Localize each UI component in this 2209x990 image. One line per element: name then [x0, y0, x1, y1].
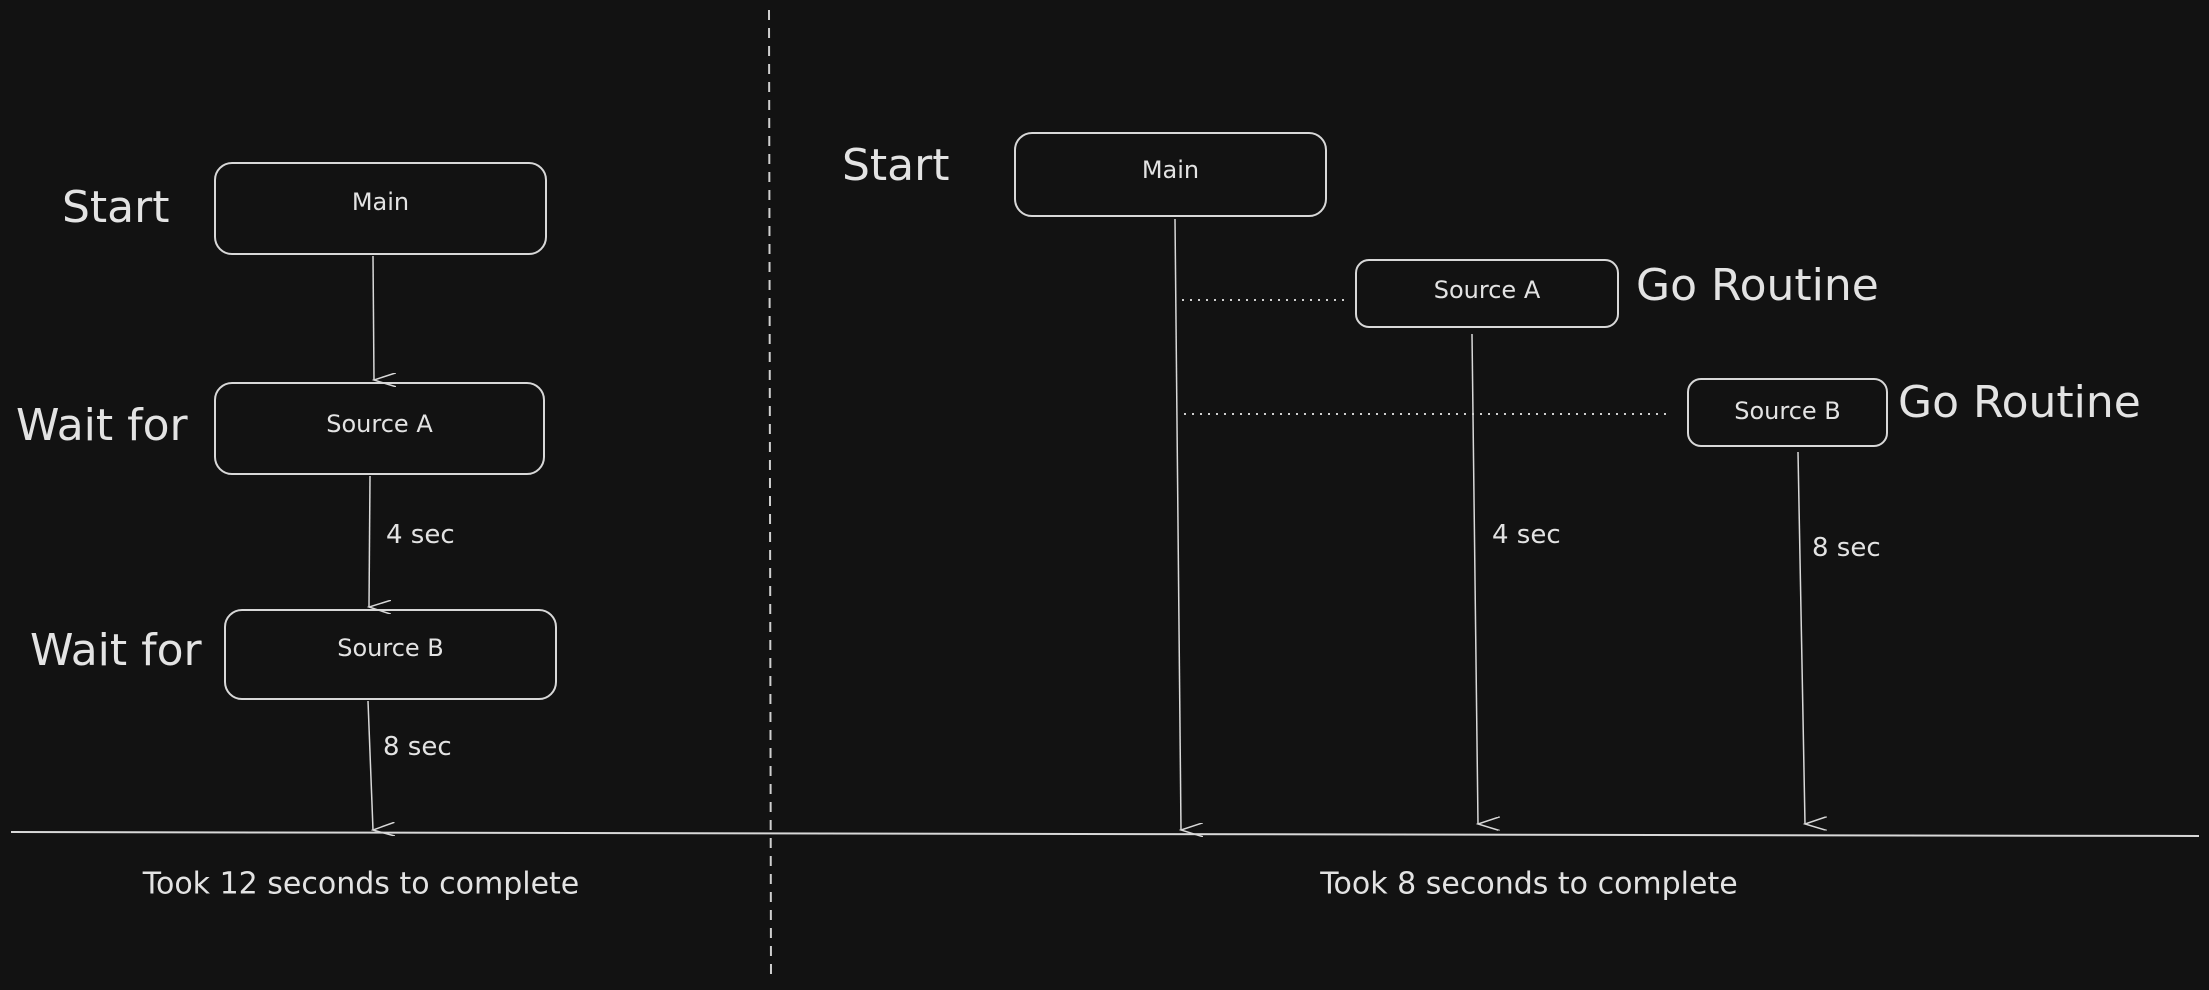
right-main-box: Main [1014, 132, 1327, 217]
right-main-box-label: Main [1141, 156, 1200, 185]
arrow-source-a-to-source-b [369, 475, 370, 607]
left-duration-a: 4 sec [386, 520, 455, 550]
left-wait-for-b-label: Wait for [30, 625, 202, 676]
timeline-baseline [10, 831, 2200, 837]
right-source-a-box-label: Source A [1433, 276, 1541, 305]
left-main-box-label: Main [351, 188, 410, 217]
right-start-label: Start [842, 140, 950, 191]
right-source-a-box: Source A [1355, 259, 1619, 328]
left-summary: Took 12 seconds to complete [142, 866, 580, 902]
left-main-box: Main [214, 162, 547, 255]
left-wait-for-a-label: Wait for [16, 400, 188, 451]
right-goroutine-b-label: Go Routine [1898, 377, 2141, 428]
right-source-b-box: Source B [1687, 378, 1888, 447]
divider-line [768, 9, 772, 981]
right-summary: Took 8 seconds to complete [1320, 866, 1738, 902]
arrow-source-a-timeline [1471, 333, 1478, 824]
right-source-b-box-label: Source B [1734, 396, 1841, 425]
left-source-b-box-label: Source B [337, 633, 444, 662]
left-start-label: Start [62, 182, 170, 233]
left-duration-b: 8 sec [383, 732, 452, 762]
arrow-source-b-to-end [367, 700, 373, 830]
right-duration-a: 4 sec [1492, 520, 1561, 550]
left-source-a-box-label: Source A [326, 410, 433, 439]
right-duration-b: 8 sec [1812, 533, 1881, 563]
arrow-main-to-source-a [373, 255, 374, 380]
left-source-b-box: Source B [224, 609, 557, 700]
left-source-a-box: Source A [214, 382, 545, 475]
arrow-main-timeline [1174, 218, 1181, 830]
arrow-source-b-timeline [1797, 451, 1805, 824]
right-goroutine-a-label: Go Routine [1636, 260, 1879, 311]
